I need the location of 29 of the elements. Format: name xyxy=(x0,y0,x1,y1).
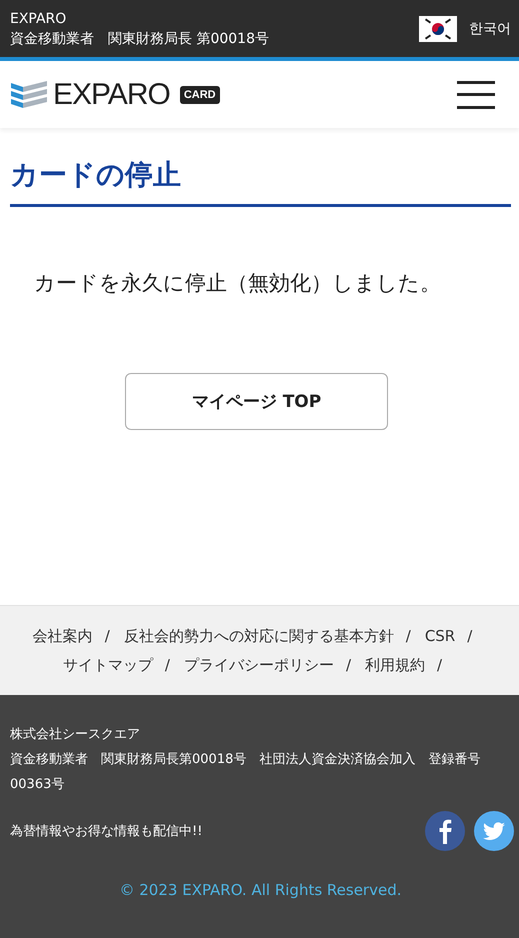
logo-icon xyxy=(11,80,47,108)
registration-text: 資金移動業者 関東財務局長第00018号 社団法人資金決済協会加入 登録番号00363号 xyxy=(10,751,482,794)
footer-link[interactable]: プライバシーポリシー xyxy=(184,656,334,674)
separator-text: / xyxy=(346,656,352,674)
separator-text: / xyxy=(467,627,472,645)
mypage-button[interactable]: マイページ TOP xyxy=(125,373,388,430)
separator-text: / xyxy=(437,656,442,674)
footer-link[interactable]: CSR xyxy=(424,627,456,645)
copyright-text: © 2023 EXPARO. All Rights Reserved. xyxy=(118,881,402,899)
menu-icon[interactable] xyxy=(457,80,495,110)
company-name: 株式会社シースクエア xyxy=(10,726,141,744)
license-text: 資金移動業者 関東財務局長 第00018号 xyxy=(10,30,269,48)
footer-link[interactable]: 利用規約 xyxy=(365,656,426,674)
separator-text: / xyxy=(104,627,110,645)
footer-link[interactable]: 会社案内 xyxy=(32,627,93,645)
logo-text: EXPARO xyxy=(53,78,170,112)
flag-icon[interactable] xyxy=(419,16,457,42)
message-text: カードを永久に停止（無効化）しました。 xyxy=(34,270,442,297)
card-badge: CARD xyxy=(180,86,220,104)
footer-link[interactable]: 反社会的勢力への対応に関する基本方針 xyxy=(124,627,394,645)
separator-text: / xyxy=(406,627,411,645)
news-text: 為替情報やお得な情報も配信中!! xyxy=(10,823,202,840)
bird-icon[interactable] xyxy=(474,811,514,851)
brand-name: EXPARO xyxy=(10,10,68,28)
separator-text: / xyxy=(164,656,170,674)
footer-link[interactable]: サイトマップ xyxy=(62,656,153,674)
page-title: カードの停止 xyxy=(10,156,511,207)
language-link[interactable]: 한국어 xyxy=(469,20,511,38)
facebook-icon[interactable] xyxy=(425,811,465,851)
